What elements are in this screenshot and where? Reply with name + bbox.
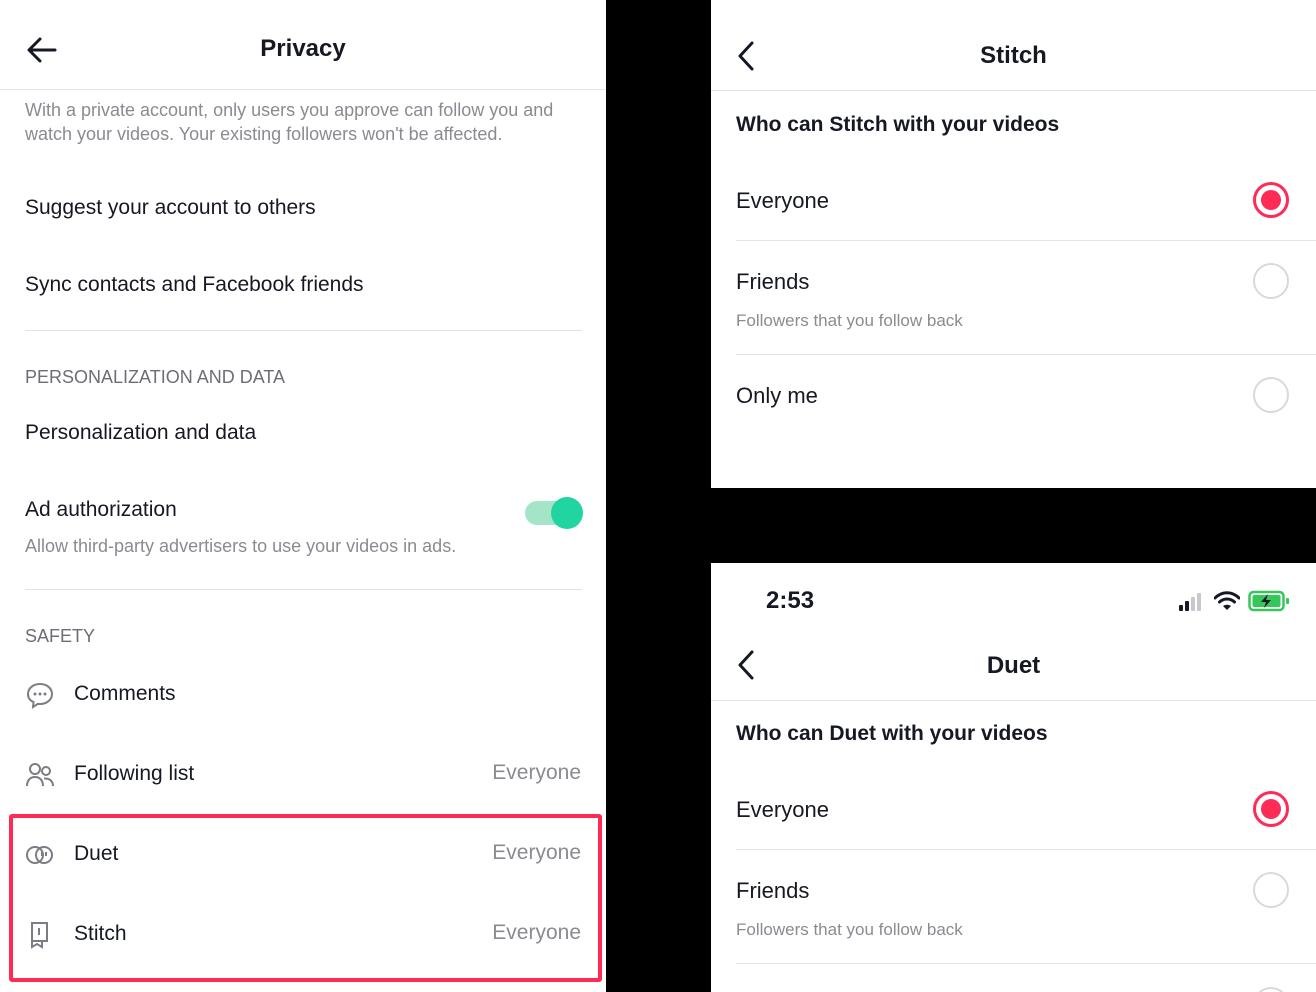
- option-label: Everyone: [736, 797, 829, 822]
- option-label: Only me: [736, 383, 818, 408]
- duet-screen: 2:53 Duet Who can Duet with your videos …: [711, 563, 1316, 992]
- privacy-screen: Privacy With a private account, only use…: [0, 0, 606, 992]
- stitch-question: Who can Stitch with your videos: [736, 113, 1060, 136]
- stitch-option-everyone[interactable]: Everyone: [711, 160, 1316, 240]
- divider: [25, 589, 582, 590]
- stitch-option-friends[interactable]: Friends Followers that you follow back: [711, 241, 1316, 354]
- stitch-option-only-me[interactable]: Only me: [711, 355, 1316, 437]
- suggest-account-item[interactable]: Suggest your account to others: [25, 196, 316, 220]
- ad-authorization-toggle[interactable]: [525, 497, 583, 529]
- section-personalization: PERSONALIZATION AND DATA: [25, 367, 286, 387]
- option-label: Friends: [736, 878, 810, 903]
- duet-question: Who can Duet with your videos: [736, 722, 1048, 745]
- private-account-description: With a private account, only users you a…: [25, 100, 554, 144]
- radio-unselected[interactable]: [1253, 872, 1289, 908]
- comments-label: Comments: [74, 682, 176, 705]
- radio-unselected[interactable]: [1253, 987, 1289, 992]
- people-icon: [26, 763, 54, 787]
- privacy-header: Privacy: [0, 0, 606, 90]
- following-list-label: Following list: [74, 762, 195, 785]
- page-title: Stitch: [980, 42, 1047, 69]
- page-title: Duet: [986, 652, 1041, 679]
- divider: [25, 330, 582, 331]
- stitch-header: Stitch: [711, 0, 1316, 91]
- ad-authorization-label: Ad authorization: [25, 498, 177, 521]
- radio-unselected[interactable]: [1253, 377, 1289, 413]
- option-sublabel: Followers that you follow back: [736, 920, 963, 939]
- stitch-screen: Stitch Who can Stitch with your videos E…: [711, 0, 1316, 488]
- page-title: Privacy: [260, 35, 346, 62]
- radio-selected[interactable]: [1253, 182, 1289, 218]
- option-label: Friends: [736, 269, 810, 294]
- duet-header: Duet: [711, 563, 1316, 701]
- sync-contacts-item[interactable]: Sync contacts and Facebook friends: [25, 273, 364, 297]
- comments-item[interactable]: Comments: [0, 670, 606, 720]
- ad-authorization-description: Allow third-party advertisers to use you…: [25, 536, 457, 556]
- comment-bubble-icon: [26, 682, 54, 709]
- option-label: Everyone: [736, 188, 829, 213]
- duet-option-friends[interactable]: Friends Followers that you follow back: [711, 850, 1316, 963]
- personalization-item[interactable]: Personalization and data: [25, 421, 256, 445]
- following-list-item[interactable]: Following list Everyone: [0, 750, 606, 800]
- duet-stitch-highlight-box: [9, 814, 602, 982]
- radio-unselected[interactable]: [1253, 263, 1289, 299]
- option-sublabel: Followers that you follow back: [736, 311, 963, 330]
- radio-selected[interactable]: [1253, 791, 1289, 827]
- following-list-value: Everyone: [492, 761, 581, 784]
- duet-option-everyone[interactable]: Everyone: [711, 769, 1316, 849]
- toggle-knob: [551, 497, 583, 529]
- section-safety: SAFETY: [25, 626, 96, 646]
- divider: [736, 963, 1316, 964]
